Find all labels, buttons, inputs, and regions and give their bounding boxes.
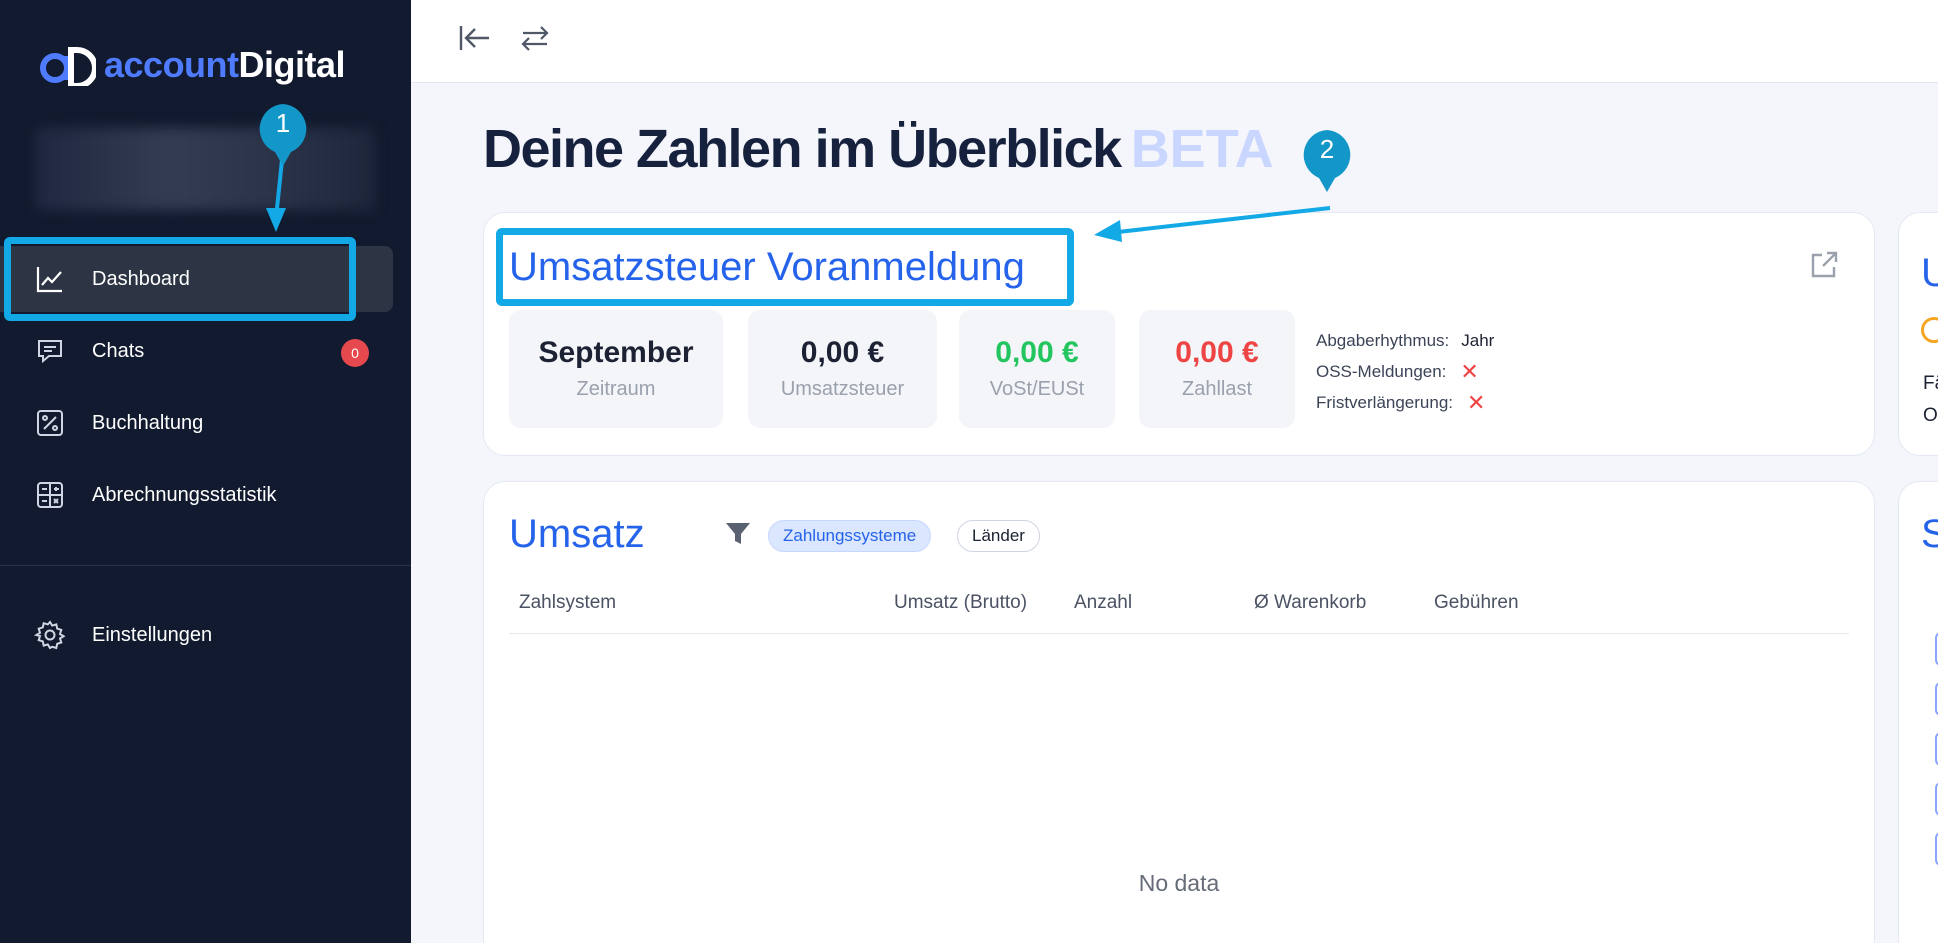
fragment-title: U xyxy=(1921,251,1938,295)
meta-key: Abgaberhythmus: xyxy=(1316,330,1450,350)
revenue-card-title: Umsatz xyxy=(509,512,645,556)
stat-zeitraum: September Zeitraum xyxy=(509,310,723,428)
callout-marker-1: 1 xyxy=(256,102,310,166)
stat-value: 0,00 € xyxy=(800,336,885,369)
column-header[interactable]: Zahlsystem xyxy=(519,592,616,614)
app-logo[interactable]: accountDigital xyxy=(40,44,346,86)
meta-key: OSS-Meldungen: xyxy=(1316,361,1447,381)
status-ring-icon xyxy=(1921,317,1938,343)
fragment-title: S xyxy=(1921,512,1938,556)
beta-badge: BETA xyxy=(1130,119,1274,179)
chats-count-badge: 0 xyxy=(341,339,369,367)
logo-text-part2: Digital xyxy=(238,44,346,85)
filter-icon[interactable] xyxy=(724,520,752,548)
stat-vost-eust: 0,00 € VoSt/EUSt xyxy=(959,310,1115,428)
stat-label: Zahllast xyxy=(1181,378,1253,400)
percent-icon xyxy=(34,407,66,439)
meta-value: Jahr xyxy=(1461,330,1495,350)
sidebar-divider xyxy=(0,565,411,566)
meta-oss-meldungen: OSS-Meldungen: ✕ xyxy=(1316,356,1494,387)
chip-zahlungssysteme[interactable]: Zahlungssysteme xyxy=(768,520,932,552)
gear-icon xyxy=(34,619,66,651)
chip-laender[interactable]: Länder xyxy=(957,520,1040,552)
revenue-table-header: Zahlsystem Umsatz (Brutto) Anzahl Ø Ware… xyxy=(509,592,1849,634)
sidebar-item-einstellungen[interactable]: Einstellungen xyxy=(0,602,393,668)
page-title-text: Deine Zahlen im Überblick xyxy=(483,119,1122,179)
dashboard-highlight-box xyxy=(4,237,356,321)
meta-fristverlaengerung: Fristverlängerung: ✕ xyxy=(1316,387,1494,418)
stat-value: 0,00 € xyxy=(995,336,1079,369)
callout-number: 2 xyxy=(1319,134,1335,164)
stat-value: 0,00 € xyxy=(1175,336,1259,369)
sidebar-item-label: Chats xyxy=(92,339,145,362)
callout-arrow-2 xyxy=(1094,206,1331,242)
sidebar-item-abrechnungsstatistik[interactable]: Abrechnungsstatistik xyxy=(0,462,393,528)
empty-state-text: No data xyxy=(1138,870,1220,896)
blurred-account-info xyxy=(35,128,375,210)
revenue-card: Umsatz Zahlungssysteme Länder Zahlsystem… xyxy=(483,481,1875,943)
external-link-icon[interactable] xyxy=(1808,249,1840,281)
meta-abgaberhythmus: Abgaberhythmus: Jahr xyxy=(1316,325,1494,356)
cross-icon: ✕ xyxy=(1460,358,1479,384)
collapse-sidebar-icon[interactable] xyxy=(455,18,495,58)
sidebar-item-label: Einstellungen xyxy=(92,623,213,646)
fragment-text: O xyxy=(1923,405,1938,426)
sidebar-item-buchhaltung[interactable]: Buchhaltung xyxy=(0,390,393,456)
stat-value: September xyxy=(538,336,694,369)
stat-label: VoSt/EUSt xyxy=(989,378,1085,400)
stat-zahllast: 0,00 € Zahllast xyxy=(1139,310,1295,428)
right-card-top-fragment: U Fä O xyxy=(1898,212,1938,456)
calculator-icon xyxy=(34,479,66,511)
logo-text: accountDigital xyxy=(104,44,346,86)
cross-icon: ✕ xyxy=(1467,389,1486,415)
logo-text-part1: account xyxy=(104,44,239,85)
page-title: Deine Zahlen im Überblick BETA xyxy=(483,118,1274,180)
stat-umsatzsteuer: 0,00 € Umsatzsteuer xyxy=(748,310,937,428)
column-header[interactable]: Ø Warenkorb xyxy=(1254,592,1366,614)
stat-label: Zeitraum xyxy=(576,378,656,400)
right-card-bottom-fragment: S xyxy=(1898,481,1938,943)
sidebar-item-label: Buchhaltung xyxy=(92,411,204,434)
meta-key: Fristverlängerung: xyxy=(1316,392,1454,412)
callout-marker-2: 2 xyxy=(1300,128,1354,192)
logo-mark-icon xyxy=(40,47,96,86)
switch-icon[interactable] xyxy=(515,18,555,58)
chat-icon xyxy=(34,335,66,367)
sidebar-item-chats[interactable]: Chats 0 xyxy=(0,318,393,384)
sidebar: accountDigital Dashboard Chats 0 Buchhal… xyxy=(0,0,411,943)
sidebar-item-label: Abrechnungsstatistik xyxy=(92,483,277,506)
fragment-text: Fä xyxy=(1923,373,1938,394)
callout-number: 1 xyxy=(275,108,291,138)
stat-label: Umsatzsteuer xyxy=(780,378,905,400)
top-bar xyxy=(411,0,1938,83)
vat-meta-list: Abgaberhythmus: Jahr OSS-Meldungen: ✕ Fr… xyxy=(1316,325,1494,418)
title-highlight-box xyxy=(496,228,1074,306)
column-header[interactable]: Anzahl xyxy=(1074,592,1132,614)
column-header[interactable]: Gebühren xyxy=(1434,592,1519,614)
column-header[interactable]: Umsatz (Brutto) xyxy=(894,592,1027,614)
